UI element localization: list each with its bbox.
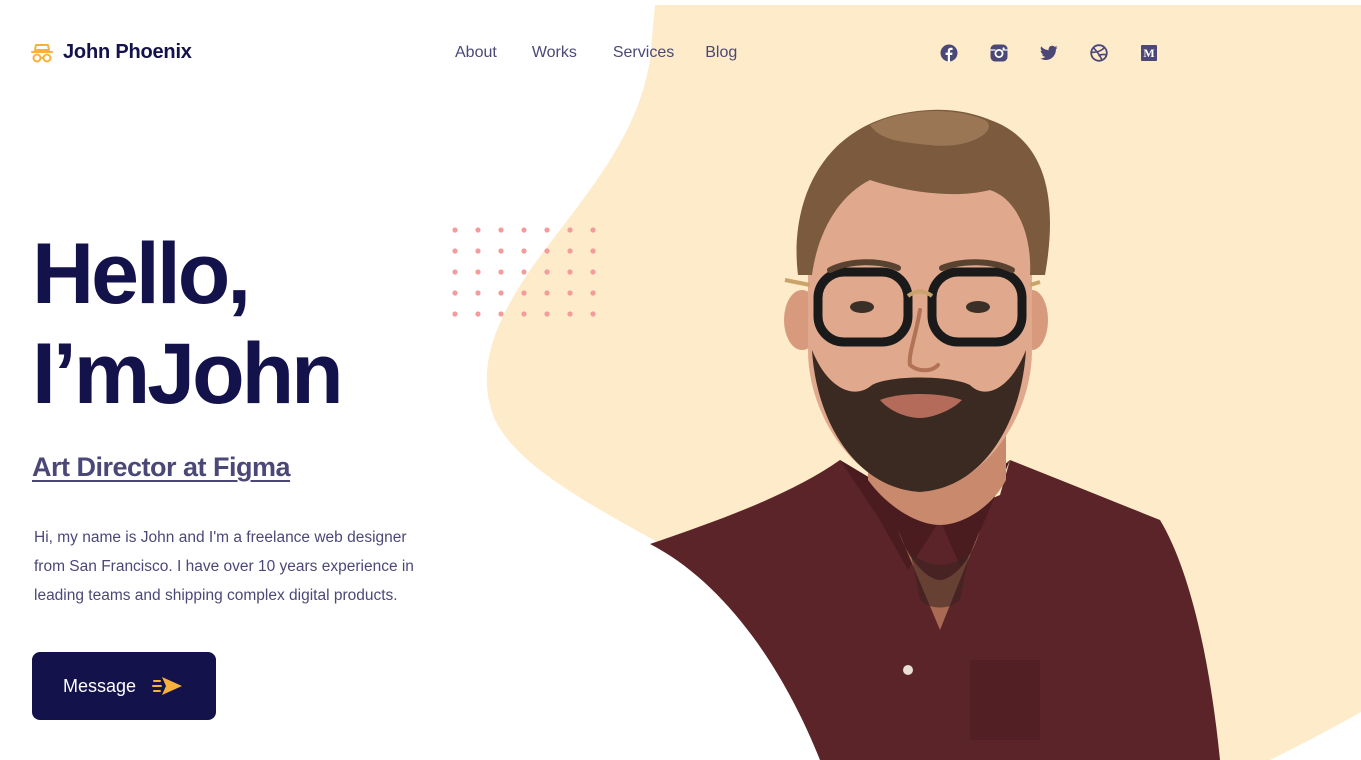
nav-services[interactable]: Services	[613, 44, 674, 62]
portrait-photo	[650, 109, 1220, 760]
hero-intro: I’m	[32, 326, 150, 422]
svg-text:M: M	[1143, 46, 1154, 60]
spy-glasses-icon	[31, 43, 53, 62]
facebook-icon[interactable]	[940, 44, 958, 62]
dribbble-icon[interactable]	[1090, 44, 1108, 62]
message-button[interactable]: Message	[32, 652, 216, 720]
hero-name: John	[147, 326, 343, 422]
decorative-dots	[452, 227, 596, 317]
instagram-icon[interactable]	[990, 44, 1008, 62]
nav-about[interactable]: About	[455, 44, 497, 62]
medium-icon[interactable]: M	[1140, 44, 1158, 62]
bio-text: Hi, my name is John and I'm a freelance …	[34, 529, 414, 604]
nav-works[interactable]: Works	[532, 44, 577, 62]
hero-name-highlight: John	[141, 324, 354, 424]
main-nav: About Works Services Blog	[455, 44, 737, 62]
message-button-label: Message	[63, 675, 137, 696]
hero-heading: Hello, I’mJohn	[32, 224, 354, 424]
role-link[interactable]: Art Director at Figma	[32, 452, 291, 483]
nav-blog[interactable]: Blog	[705, 44, 737, 62]
social-links: M	[940, 44, 1158, 62]
twitter-icon[interactable]	[1040, 44, 1058, 62]
brand-name: John Phoenix	[63, 41, 192, 63]
paper-plane-icon	[152, 677, 183, 695]
brand-logo[interactable]: John Phoenix	[31, 41, 192, 64]
hero-greeting: Hello,	[32, 226, 251, 322]
